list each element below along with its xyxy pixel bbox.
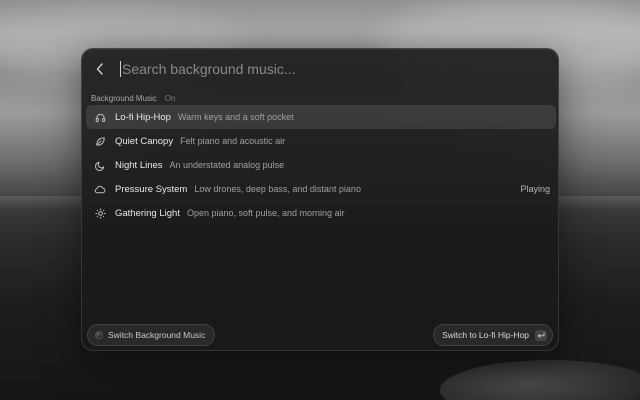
headphones-icon xyxy=(94,111,106,123)
switch-background-music-label: Switch Background Music xyxy=(108,330,206,340)
list-item-pressure-system[interactable]: Pressure System Low drones, deep bass, a… xyxy=(86,177,556,201)
search-input[interactable] xyxy=(122,61,522,77)
search-bar xyxy=(82,49,558,89)
music-command-palette: Background Music On Lo-fi Hip-Hop Warm k… xyxy=(81,48,559,351)
item-description: Open piano, soft pulse, and morning air xyxy=(186,208,345,218)
text-cursor xyxy=(120,61,121,77)
item-name: Lo-fi Hip-Hop xyxy=(115,111,171,123)
music-source-icon xyxy=(95,331,103,339)
music-list: Lo-fi Hip-Hop Warm keys and a soft pocke… xyxy=(86,105,556,225)
back-button[interactable] xyxy=(92,61,108,77)
item-description: An understated analog pulse xyxy=(169,160,285,170)
cloud-icon xyxy=(94,183,106,195)
moon-icon xyxy=(94,159,106,171)
item-name: Gathering Light xyxy=(115,207,180,219)
list-item-night-lines[interactable]: Night Lines An understated analog pulse xyxy=(86,153,556,177)
section-status: On xyxy=(164,93,176,103)
item-description: Low drones, deep bass, and distant piano xyxy=(194,184,361,194)
item-name: Pressure System xyxy=(115,183,188,195)
switch-to-track-label: Switch to Lo-fi Hip-Hop xyxy=(442,330,529,340)
sun-icon xyxy=(94,207,106,219)
list-item-quiet-canopy[interactable]: Quiet Canopy Felt piano and acoustic air xyxy=(86,129,556,153)
switch-background-music-button[interactable]: Switch Background Music xyxy=(87,324,216,346)
item-description: Felt piano and acoustic air xyxy=(180,136,286,146)
section-header: Background Music On xyxy=(91,92,175,104)
list-item-gathering-light[interactable]: Gathering Light Open piano, soft pulse, … xyxy=(86,201,556,225)
chevron-left-icon xyxy=(96,63,103,75)
switch-to-track-button[interactable]: Switch to Lo-fi Hip-Hop xyxy=(433,324,553,346)
leaf-icon xyxy=(94,135,106,147)
item-name: Night Lines xyxy=(115,159,163,171)
section-title: Background Music xyxy=(91,93,157,103)
enter-key-icon xyxy=(535,329,547,341)
list-item-lofi-hip-hop[interactable]: Lo-fi Hip-Hop Warm keys and a soft pocke… xyxy=(86,105,556,129)
item-name: Quiet Canopy xyxy=(115,135,174,147)
item-status: Playing xyxy=(520,184,550,194)
item-description: Warm keys and a soft pocket xyxy=(177,112,294,122)
